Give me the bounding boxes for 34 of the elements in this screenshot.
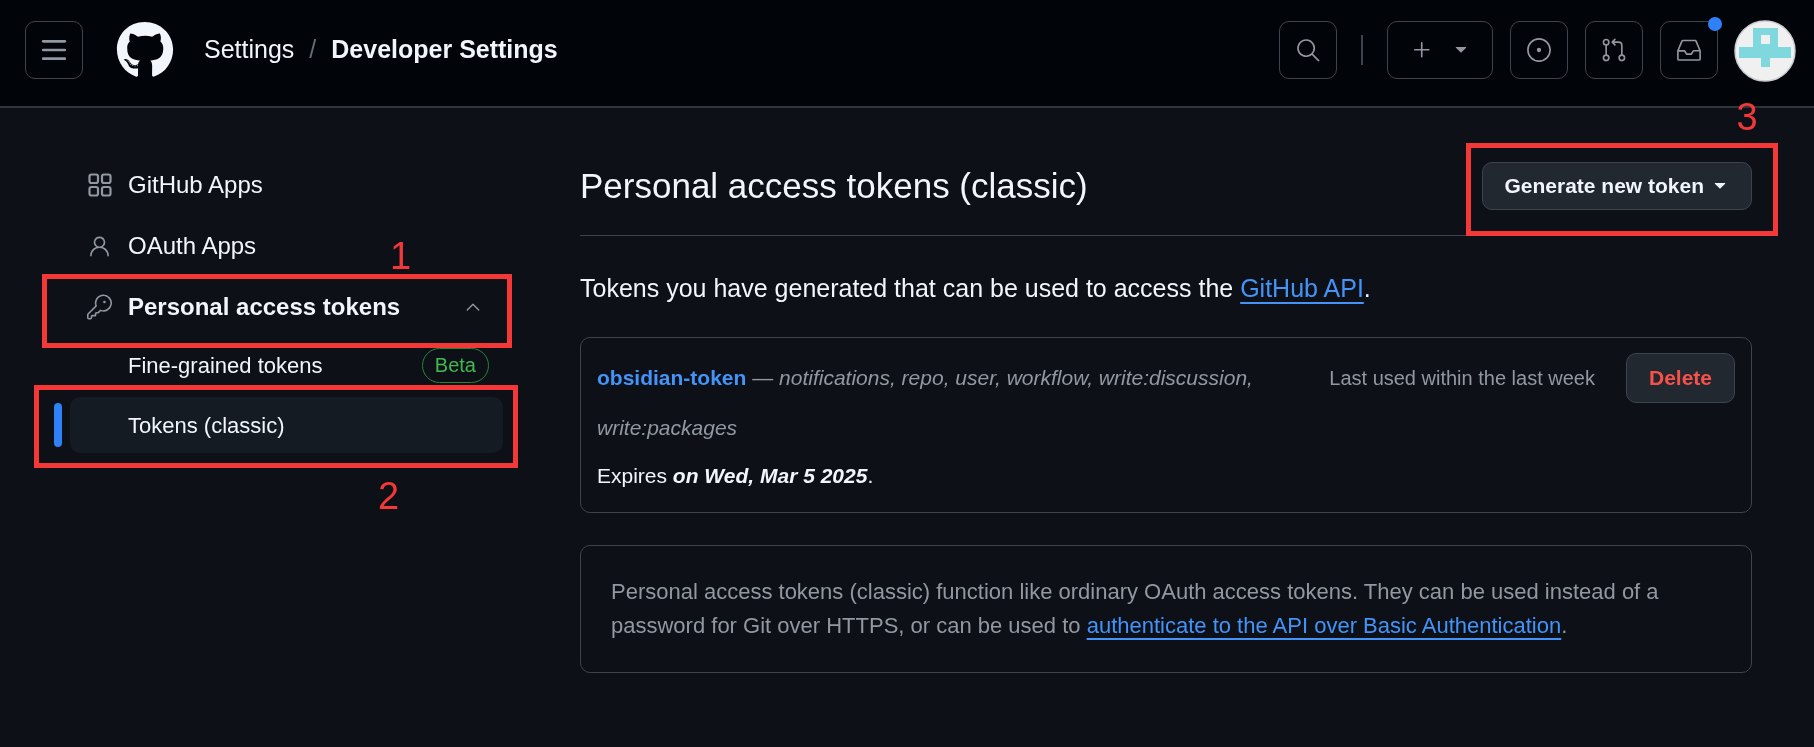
basic-auth-link[interactable]: authenticate to the API over Basic Authentication (1086, 613, 1562, 638)
token-expiry: Expires on Wed, Mar 5 2025. (597, 463, 875, 489)
sidebar-item[interactable]: OAuth Apps (70, 218, 276, 274)
search-button[interactable] (1279, 21, 1337, 79)
annotation-number: 3 (1736, 98, 1758, 136)
sidebar-item[interactable]: GitHub Apps (70, 157, 282, 213)
page-title: Personal access tokens (classic) (580, 165, 1088, 207)
search-icon (1295, 37, 1321, 63)
api-docs-link[interactable]: GitHub API (1240, 274, 1364, 302)
breadcrumb-link[interactable]: Settings (204, 31, 295, 69)
menu-button[interactable] (25, 21, 83, 79)
annotation-number: 1 (390, 237, 412, 275)
sidebar-subitem[interactable]: Tokens (classic) (70, 397, 503, 453)
apps-grid-icon (87, 173, 112, 197)
sidebar-subitem[interactable]: Fine-grained tokens Beta (70, 337, 503, 393)
inbox-icon (1676, 37, 1702, 63)
page-description: Tokens you have generated that can be used to access the GitHub API. (580, 273, 1372, 303)
pull-request-icon (1601, 37, 1627, 63)
annotation-number: 2 (378, 477, 400, 515)
generate-token-button[interactable]: Generate new token (1482, 162, 1752, 210)
breadcrumb-separator: / (309, 34, 317, 66)
sidebar-item[interactable]: Personal access tokens (70, 279, 503, 335)
token-description: obsidian-token — notifications, repo, user, workflow, write:discussion, write:packages (597, 365, 1254, 441)
delete-button[interactable]: Delete (1625, 353, 1735, 403)
key-icon (87, 292, 112, 322)
issues-button[interactable] (1510, 21, 1568, 79)
avatar-icon[interactable] (1734, 20, 1796, 82)
pull-requests-button[interactable] (1585, 21, 1643, 79)
note-text: Personal access tokens (classic) function like ordinary OAuth access tokens. They can be used instead of a password for Git over HTTPS, or can be used to authenticate to the API over Basic Authentication. (611, 578, 1660, 640)
breadcrumb-link[interactable]: Developer Settings (331, 31, 558, 69)
last-used-text: Last used within the last week (1329, 366, 1595, 391)
token-name-link[interactable]: obsidian-token (597, 366, 747, 389)
logo-icon[interactable] (116, 21, 174, 79)
menu-icon (41, 39, 67, 61)
